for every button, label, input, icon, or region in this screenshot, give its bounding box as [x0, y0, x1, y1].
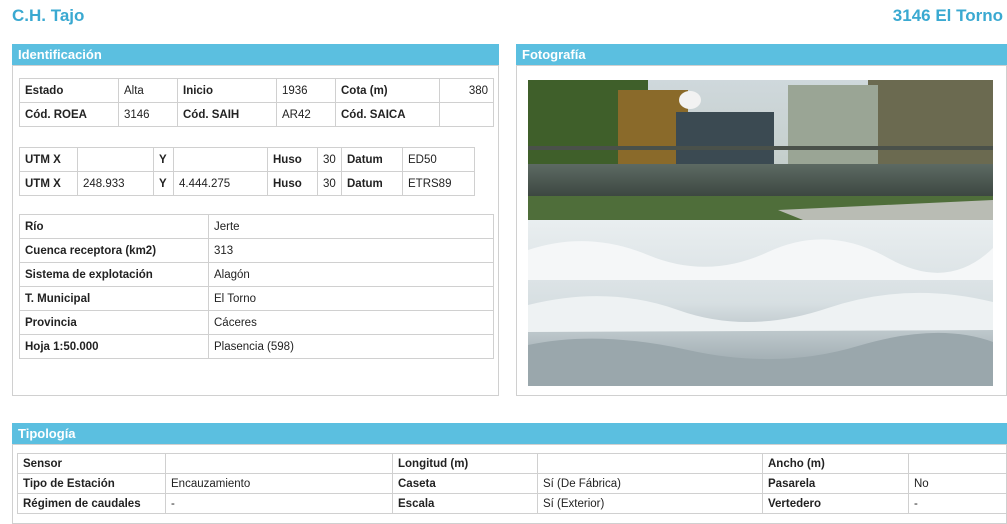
datum-label: Datum [341, 171, 403, 196]
utm-x-value [77, 147, 154, 172]
inicio-label: Inicio [177, 78, 277, 103]
utm-y-label: Y [153, 147, 174, 172]
info-label: Provincia [19, 310, 209, 335]
utm-x-label: UTM X [19, 147, 78, 172]
info-label: Sistema de explotación [19, 262, 209, 287]
info-label: Río [19, 214, 209, 239]
datum-value: ED50 [402, 147, 475, 172]
info-value: Alagón [208, 262, 494, 287]
estado-value: Alta [118, 78, 178, 103]
basin-title: C.H. Tajo [12, 6, 85, 25]
roea-value: 3146 [118, 102, 178, 127]
escala-label: Escala [392, 493, 538, 514]
station-info-table: Río Jerte Cuenca receptora (km2) 313 Siste… [19, 214, 494, 359]
vertedero-value: - [908, 493, 1007, 514]
longitud-value [537, 453, 763, 474]
caseta-value: Sí (De Fábrica) [537, 473, 763, 494]
tipo-estacion-value: Encauzamiento [165, 473, 393, 494]
cota-label: Cota (m) [335, 78, 440, 103]
saica-label: Cód. SAICA [335, 102, 440, 127]
vertedero-label: Vertedero [762, 493, 909, 514]
inicio-value: 1936 [276, 78, 336, 103]
utm-y-value [173, 147, 268, 172]
longitud-label: Longitud (m) [392, 453, 538, 474]
utm-x-label: UTM X [19, 171, 78, 196]
saih-label: Cód. SAIH [177, 102, 277, 127]
station-photo [528, 80, 993, 386]
utm-x-value: 248.933 [77, 171, 154, 196]
fotografia-header: Fotografía [516, 44, 1007, 65]
id-codes-table: Estado Alta Inicio 1936 Cota (m) 380 Cód… [19, 78, 494, 127]
ancho-label: Ancho (m) [762, 453, 909, 474]
sensor-label: Sensor [17, 453, 166, 474]
identificacion-header: Identificación [12, 44, 499, 65]
regimen-label: Régimen de caudales [17, 493, 166, 514]
info-value: Plasencia (598) [208, 334, 494, 359]
caseta-label: Caseta [392, 473, 538, 494]
tipologia-table: Sensor Longitud (m) Ancho (m) Tipo de Es… [17, 453, 1007, 514]
utm-y-value: 4.444.275 [173, 171, 268, 196]
info-label: T. Municipal [19, 286, 209, 311]
datum-value: ETRS89 [402, 171, 475, 196]
saica-value [439, 102, 494, 127]
info-label: Cuenca receptora (km2) [19, 238, 209, 263]
huso-value: 30 [317, 171, 342, 196]
cota-value: 380 [439, 78, 494, 103]
utm-table: UTM X Y Huso 30 Datum ED50 UTM X 248.933… [19, 147, 475, 196]
ancho-value [908, 453, 1007, 474]
tipologia-header: Tipología [12, 423, 1007, 444]
info-value: Jerte [208, 214, 494, 239]
info-value: Cáceres [208, 310, 494, 335]
escala-value: Sí (Exterior) [537, 493, 763, 514]
pasarela-value: No [908, 473, 1007, 494]
regimen-value: - [165, 493, 393, 514]
station-title: 3146 El Torno [892, 6, 1003, 25]
info-value: 313 [208, 238, 494, 263]
utm-y-label: Y [153, 171, 174, 196]
huso-value: 30 [317, 147, 342, 172]
datum-label: Datum [341, 147, 403, 172]
info-value: El Torno [208, 286, 494, 311]
sensor-value [165, 453, 393, 474]
tipo-estacion-label: Tipo de Estación [17, 473, 166, 494]
saih-value: AR42 [276, 102, 336, 127]
estado-label: Estado [19, 78, 119, 103]
huso-label: Huso [267, 171, 318, 196]
pasarela-label: Pasarela [762, 473, 909, 494]
huso-label: Huso [267, 147, 318, 172]
roea-label: Cód. ROEA [19, 102, 119, 127]
info-label: Hoja 1:50.000 [19, 334, 209, 359]
